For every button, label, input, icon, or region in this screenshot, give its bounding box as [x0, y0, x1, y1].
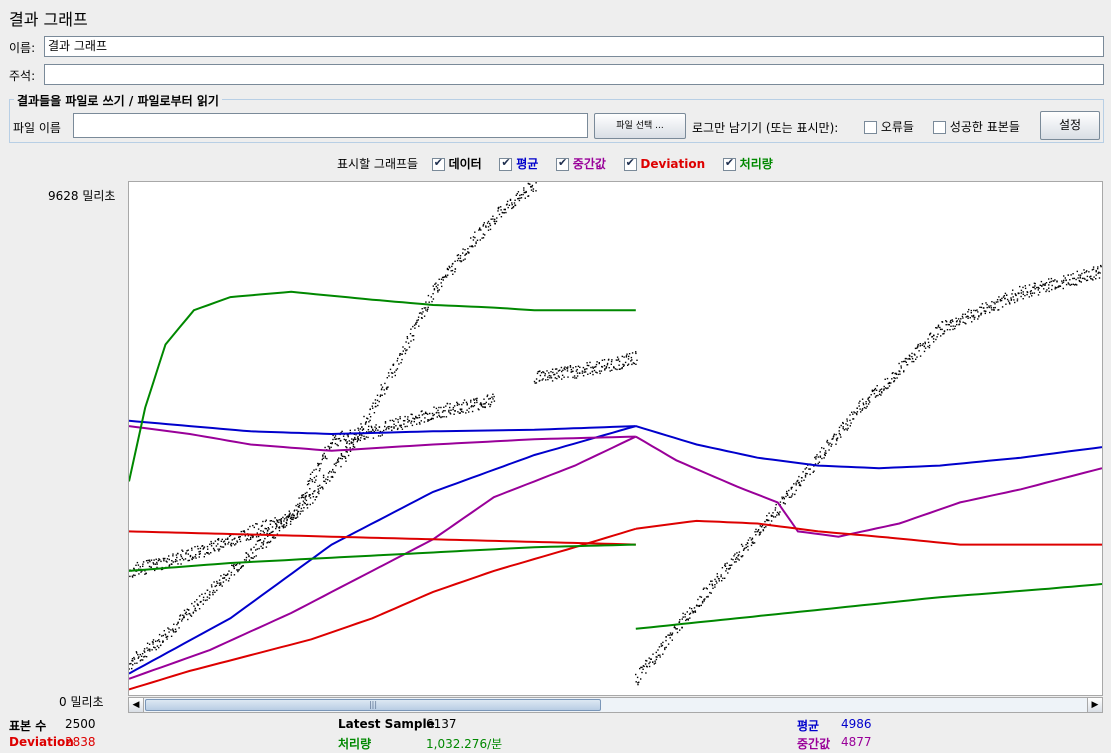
comment-input[interactable]: [44, 64, 1104, 85]
scroll-thumb[interactable]: |||: [145, 699, 601, 711]
latest-sample-label: Latest Sample: [338, 717, 435, 731]
comment-label: 주석:: [9, 69, 36, 83]
legend-deviation-checkbox[interactable]: [623, 156, 637, 171]
median-value: 4877: [841, 735, 872, 749]
browse-button[interactable]: 파일 선택 ...: [594, 113, 686, 139]
name-input[interactable]: 결과 그래프: [44, 36, 1104, 57]
horizontal-scrollbar[interactable]: ◀ ||| ▶: [128, 697, 1103, 713]
deviation-value: 2838: [65, 735, 96, 749]
success-option[interactable]: 성공한 표본들: [933, 118, 1020, 135]
average-value: 4986: [841, 717, 872, 731]
legend-throughput-label: 처리량: [739, 157, 773, 171]
legend-median-checkbox[interactable]: [555, 156, 569, 171]
series-line-1-2: [128, 425, 637, 675]
graph-canvas: [128, 182, 1105, 691]
errors-checkbox[interactable]: [864, 121, 877, 134]
errors-option[interactable]: 오류들: [864, 118, 914, 135]
series-line-1-1: [635, 425, 1103, 470]
data-series-dots: [128, 393, 496, 578]
settings-button[interactable]: 설정: [1040, 111, 1100, 140]
panel-title: 결과 그래프: [9, 10, 88, 29]
legend-data-checkbox[interactable]: [431, 156, 445, 171]
series-line-1-0: [128, 419, 636, 436]
name-label: 이름:: [9, 41, 36, 55]
series-line-2-2: [128, 435, 637, 680]
series-line-3-1: [128, 527, 637, 691]
legend-label: 표시할 그래프들: [337, 157, 419, 171]
y-axis-min-label: 0 밀리초: [59, 695, 104, 709]
success-label: 성공한 표본들: [949, 120, 1020, 134]
series-line-4-0: [128, 543, 636, 572]
legend-median-label: 중간값: [572, 157, 606, 171]
samples-label: 표본 수: [9, 719, 47, 733]
graph-legend: 표시할 그래프들 데이터 평균 중간값 Deviation 처리량: [337, 155, 773, 171]
data-series-dots: [533, 351, 638, 384]
y-axis-max-label: 9628 밀리초: [48, 189, 116, 203]
throughput-label: 처리량: [338, 737, 372, 751]
legend-data-label: 데이터: [448, 157, 482, 171]
legend-throughput-checkbox[interactable]: [722, 156, 736, 171]
throughput-value: 1,032.276/분: [426, 737, 503, 751]
legend-deviation-label: Deviation: [640, 157, 706, 171]
filename-label: 파일 이름: [13, 121, 61, 135]
errors-label: 오류들: [880, 120, 914, 134]
scroll-right-icon[interactable]: ▶: [1087, 698, 1102, 712]
scroll-left-icon[interactable]: ◀: [129, 698, 144, 712]
samples-value: 2500: [65, 717, 96, 731]
filename-input[interactable]: [73, 113, 588, 138]
series-line-3-0: [128, 530, 636, 546]
latest-sample-value: 6137: [426, 717, 457, 731]
series-line-4-1: [635, 583, 1103, 630]
average-label: 평균: [797, 719, 820, 733]
median-label: 중간값: [797, 737, 831, 751]
series-line-3-2: [635, 519, 1102, 546]
file-group-title: 결과들을 파일로 쓰기 / 파일로부터 읽기: [14, 92, 222, 109]
success-checkbox[interactable]: [933, 121, 946, 134]
graph-plot-area: [128, 181, 1105, 696]
legend-average-label: 평균: [516, 157, 539, 171]
log-only-label: 로그만 남기기 (또는 표시만):: [692, 121, 839, 135]
legend-average-checkbox[interactable]: [499, 156, 513, 171]
